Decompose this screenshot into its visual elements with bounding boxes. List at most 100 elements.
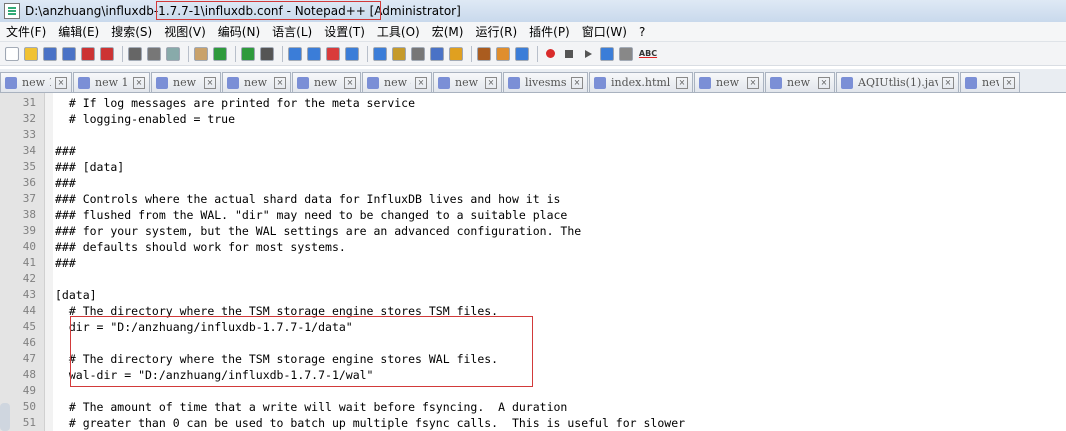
monitor-icon[interactable] [515, 46, 529, 61]
code-line[interactable]: 38 ### flushed from the WAL. "dir" may ne… [0, 207, 1066, 223]
folder-workspace-icon[interactable] [496, 46, 510, 61]
document-icon [78, 76, 90, 89]
word-wrap-icon[interactable] [392, 46, 406, 61]
document-icon [227, 76, 239, 89]
close-tab-icon[interactable]: × [204, 76, 216, 89]
code-line[interactable]: 43 [data] [0, 287, 1066, 303]
code-line[interactable]: 31 # If log messages are printed for the… [0, 95, 1066, 111]
close-tab-icon[interactable]: × [1003, 76, 1015, 89]
save-all-icon[interactable] [62, 46, 76, 61]
tab-new-7[interactable]: new 7 × [765, 72, 835, 92]
menu-item[interactable]: 语言(L) [266, 23, 318, 40]
cut-icon[interactable] [147, 46, 161, 61]
scroll-indicator[interactable] [0, 403, 10, 431]
tab-new-6[interactable]: new 6 × [694, 72, 764, 92]
menu-item[interactable]: 编码(N) [212, 23, 266, 40]
save-icon[interactable] [43, 46, 57, 61]
menu-item[interactable]: 宏(M) [426, 23, 470, 40]
close-tab-icon[interactable]: × [55, 76, 67, 89]
close-tab-icon[interactable]: × [344, 76, 356, 89]
tab-new-1[interactable]: new 1 × [151, 72, 221, 92]
show-all-icon[interactable] [411, 46, 425, 61]
open-file-icon[interactable] [24, 46, 38, 61]
code-text: # If log messages are printed for the me… [55, 96, 416, 110]
code-line[interactable]: 36 ### [0, 175, 1066, 191]
paste-icon[interactable] [194, 46, 208, 61]
menu-item[interactable]: 窗口(W) [576, 23, 633, 40]
document-icon [367, 76, 379, 89]
indent-guide-icon[interactable] [430, 46, 444, 61]
menu-item[interactable]: 搜索(S) [105, 23, 158, 40]
menu-item[interactable]: 视图(V) [158, 23, 212, 40]
document-icon [156, 76, 168, 89]
notepad-app-icon[interactable] [4, 3, 20, 19]
close-tab-icon[interactable]: × [571, 76, 583, 89]
menu-item[interactable]: 编辑(E) [52, 23, 105, 40]
menu-item[interactable]: 设置(T) [318, 23, 371, 40]
tab-aqiutlis-1-java[interactable]: AQIUtlis(1).java × [836, 72, 959, 92]
code-line[interactable]: 34 ### [0, 143, 1066, 159]
code-line[interactable]: 51 # greater than 0 can be used to batch… [0, 415, 1066, 431]
code-line[interactable]: 50 # The amount of time that a write wil… [0, 399, 1066, 415]
sync-v-icon[interactable] [345, 46, 359, 61]
tab-new-3[interactable]: new 3 × [292, 72, 361, 92]
title-highlight-box [156, 1, 381, 20]
tab-label: index.html [611, 76, 671, 89]
spell-check-icon[interactable]: ABC [637, 46, 659, 62]
undo-icon[interactable] [213, 46, 227, 61]
code-line[interactable]: 33 [0, 127, 1066, 143]
tab-livesms-ini[interactable]: livesms.ini × [503, 72, 588, 92]
close-tab-icon[interactable]: × [415, 76, 427, 89]
redo-icon[interactable] [241, 46, 255, 61]
zoom-out-icon[interactable] [326, 46, 340, 61]
tab-new-4[interactable]: new 4 × [362, 72, 432, 92]
zoom-in-icon[interactable] [307, 46, 321, 61]
close-tab-icon[interactable]: × [942, 76, 954, 89]
line-number: 46 [22, 336, 36, 349]
copy-icon[interactable] [166, 46, 180, 61]
function-list-icon[interactable] [477, 46, 491, 61]
close-icon[interactable] [81, 46, 95, 61]
code-line[interactable]: 41 ### [0, 255, 1066, 271]
code-line[interactable]: 37 ### Controls where the actual shard da… [0, 191, 1066, 207]
toolbar-separator [122, 45, 123, 62]
record-macro-icon[interactable] [542, 46, 558, 62]
sync-h-icon[interactable] [373, 46, 387, 61]
replace-icon[interactable] [288, 46, 302, 61]
new-file-icon[interactable] [5, 46, 19, 61]
close-tab-icon[interactable]: × [818, 76, 830, 89]
code-line[interactable]: 35 ### [data] [0, 159, 1066, 175]
code-text: [data] [55, 288, 97, 302]
tab-new-8[interactable]: new 8 × [960, 72, 1020, 92]
find-icon[interactable] [260, 46, 274, 61]
tab-new-15[interactable]: new 15 × [73, 72, 150, 92]
menu-item[interactable]: 文件(F) [0, 23, 52, 40]
close-tab-icon[interactable]: × [485, 76, 497, 89]
close-tab-icon[interactable]: × [133, 76, 145, 89]
close-tab-icon[interactable]: × [676, 76, 688, 89]
line-number: 43 [22, 288, 36, 301]
tab-new-11[interactable]: new 11 × [0, 72, 72, 92]
code-line[interactable]: 39 ### for your system, but the WAL setti… [0, 223, 1066, 239]
menu-item[interactable]: 插件(P) [523, 23, 576, 40]
menu-item[interactable]: 工具(O) [371, 23, 426, 40]
tab-new-5[interactable]: new 5 × [433, 72, 502, 92]
menu-item[interactable]: 运行(R) [469, 23, 523, 40]
toolbar-separator [282, 45, 283, 62]
tab-index-html[interactable]: index.html × [589, 72, 693, 92]
close-tab-icon[interactable]: × [747, 76, 759, 89]
doc-map-icon[interactable] [449, 46, 463, 61]
code-line[interactable]: 40 ### defaults should work for most syst… [0, 239, 1066, 255]
menu-item[interactable]: ? [633, 25, 651, 39]
save-macro-icon[interactable] [619, 46, 633, 61]
stop-record-icon[interactable] [561, 46, 577, 62]
tab-new-2[interactable]: new 2 × [222, 72, 291, 92]
close-tab-icon[interactable]: × [274, 76, 286, 89]
play-macro-icon[interactable] [580, 46, 596, 62]
close-all-icon[interactable] [100, 46, 114, 61]
document-icon [699, 76, 711, 89]
code-line[interactable]: 42 [0, 271, 1066, 287]
code-line[interactable]: 32 # logging-enabled = true [0, 111, 1066, 127]
run-macro-multiple-icon[interactable] [600, 46, 614, 61]
print-icon[interactable] [128, 46, 142, 61]
